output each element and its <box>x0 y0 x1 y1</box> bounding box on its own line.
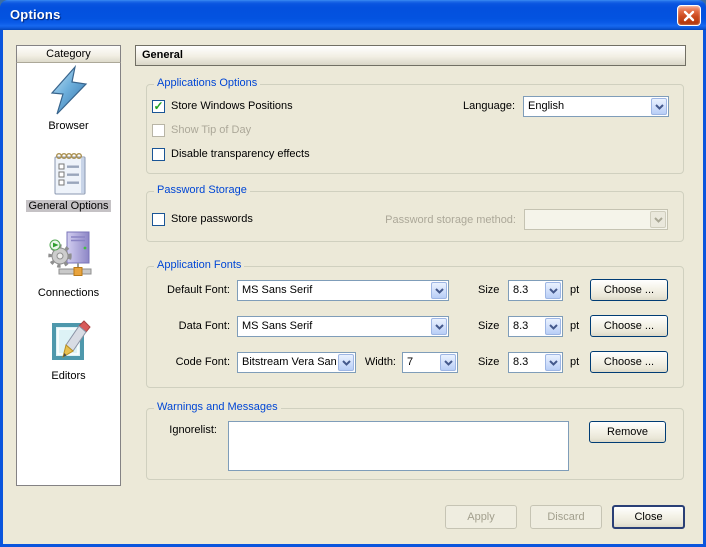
chevron-down-icon <box>654 217 663 223</box>
code-pt-label: pt <box>570 356 579 369</box>
chevron-down-icon <box>549 324 558 330</box>
chevron-down-icon <box>435 324 444 330</box>
data-size-select[interactable]: 8.3 <box>508 316 563 337</box>
page-title: General <box>135 45 686 66</box>
code-width-label: Width: <box>360 356 396 369</box>
connections-icon[interactable] <box>45 228 95 280</box>
apply-button: Apply <box>445 505 517 529</box>
data-size-dropdown-button[interactable] <box>545 318 561 335</box>
close-button[interactable] <box>677 5 701 26</box>
sidebar-item-general-options[interactable]: General Options <box>16 200 121 213</box>
default-font-label: Default Font: <box>138 284 230 297</box>
store-passwords-label: Store passwords <box>171 213 253 226</box>
sidebar-item-label: Editors <box>51 370 85 382</box>
browser-icon[interactable] <box>45 64 93 116</box>
data-font-value: MS Sans Serif <box>242 320 429 332</box>
button-label: Choose ... <box>604 284 654 296</box>
code-size-select[interactable]: 8.3 <box>508 352 563 373</box>
chevron-down-icon <box>549 288 558 294</box>
code-size-label: Size <box>478 356 499 369</box>
default-font-value: MS Sans Serif <box>242 284 429 296</box>
language-dropdown-button[interactable] <box>651 98 667 115</box>
button-label: Remove <box>607 426 648 438</box>
data-font-select[interactable]: MS Sans Serif <box>237 316 449 337</box>
disable-transparency-label: Disable transparency effects <box>171 148 310 161</box>
default-size-value: 8.3 <box>513 284 543 296</box>
data-font-label: Data Font: <box>138 320 230 333</box>
close-icon <box>683 10 695 22</box>
sidebar-item-label: Connections <box>38 287 99 299</box>
sidebar-item-editors[interactable]: Editors <box>16 370 121 383</box>
data-size-value: 8.3 <box>513 320 543 332</box>
code-width-dropdown-button[interactable] <box>440 354 456 371</box>
group-title: Application Fonts <box>154 259 244 272</box>
code-font-select[interactable]: Bitstream Vera Sans Mo <box>237 352 356 373</box>
group-title: Password Storage <box>154 184 250 197</box>
chevron-down-icon <box>655 104 664 110</box>
options-dialog: Options Category Browser <box>0 0 706 547</box>
button-label: Close <box>634 511 662 523</box>
code-font-dropdown-button[interactable] <box>338 354 354 371</box>
group-title: Applications Options <box>154 77 260 90</box>
default-size-select[interactable]: 8.3 <box>508 280 563 301</box>
sidebar-item-connections[interactable]: Connections <box>16 287 121 300</box>
button-label: Discard <box>547 511 584 523</box>
ignorelist-label: Ignorelist: <box>130 424 217 437</box>
discard-button: Discard <box>530 505 602 529</box>
default-font-choose-button[interactable]: Choose ... <box>590 279 668 301</box>
language-label: Language: <box>440 100 515 113</box>
close-dialog-button[interactable]: Close <box>612 505 685 529</box>
language-value: English <box>528 100 649 112</box>
code-width-select[interactable]: 7 <box>402 352 458 373</box>
category-list-header: Category <box>16 45 121 63</box>
ignorelist-listbox[interactable] <box>228 421 569 471</box>
sidebar-item-label-selected: General Options <box>26 200 110 212</box>
editors-icon[interactable] <box>48 316 94 366</box>
default-font-dropdown-button[interactable] <box>431 282 447 299</box>
code-font-value: Bitstream Vera Sans Mo <box>242 356 336 368</box>
chevron-down-icon <box>444 360 453 366</box>
password-method-label: Password storage method: <box>378 214 516 227</box>
data-pt-label: pt <box>570 320 579 333</box>
chevron-down-icon <box>549 360 558 366</box>
default-size-dropdown-button[interactable] <box>545 282 561 299</box>
data-font-dropdown-button[interactable] <box>431 318 447 335</box>
code-width-value: 7 <box>407 356 438 368</box>
button-label: Apply <box>467 511 495 523</box>
code-size-value: 8.3 <box>513 356 543 368</box>
store-passwords-checkbox[interactable] <box>152 213 165 226</box>
sidebar-item-browser[interactable]: Browser <box>16 120 121 133</box>
default-size-label: Size <box>478 284 499 297</box>
group-title: Warnings and Messages <box>154 401 281 414</box>
code-font-label: Code Font: <box>138 356 230 369</box>
password-method-select <box>524 209 668 230</box>
button-label: Choose ... <box>604 320 654 332</box>
disable-transparency-checkbox[interactable] <box>152 148 165 161</box>
general-options-icon[interactable] <box>48 148 92 198</box>
show-tip-of-day-label: Show Tip of Day <box>171 124 251 137</box>
default-pt-label: pt <box>570 284 579 297</box>
chevron-down-icon <box>342 360 351 366</box>
check-icon: ✓ <box>153 99 163 113</box>
password-method-dropdown-button <box>650 211 666 228</box>
code-font-choose-button[interactable]: Choose ... <box>590 351 668 373</box>
show-tip-of-day-checkbox <box>152 124 165 137</box>
titlebar[interactable]: Options <box>0 0 706 30</box>
data-size-label: Size <box>478 320 499 333</box>
default-font-select[interactable]: MS Sans Serif <box>237 280 449 301</box>
button-label: Choose ... <box>604 356 654 368</box>
window-title: Options <box>10 7 61 22</box>
data-font-choose-button[interactable]: Choose ... <box>590 315 668 337</box>
sidebar-item-label: Browser <box>48 120 88 132</box>
chevron-down-icon <box>435 288 444 294</box>
remove-button[interactable]: Remove <box>589 421 666 443</box>
store-windows-positions-label: Store Windows Positions <box>171 100 293 113</box>
language-select[interactable]: English <box>523 96 669 117</box>
store-windows-positions-checkbox[interactable]: ✓ <box>152 100 165 113</box>
code-size-dropdown-button[interactable] <box>545 354 561 371</box>
